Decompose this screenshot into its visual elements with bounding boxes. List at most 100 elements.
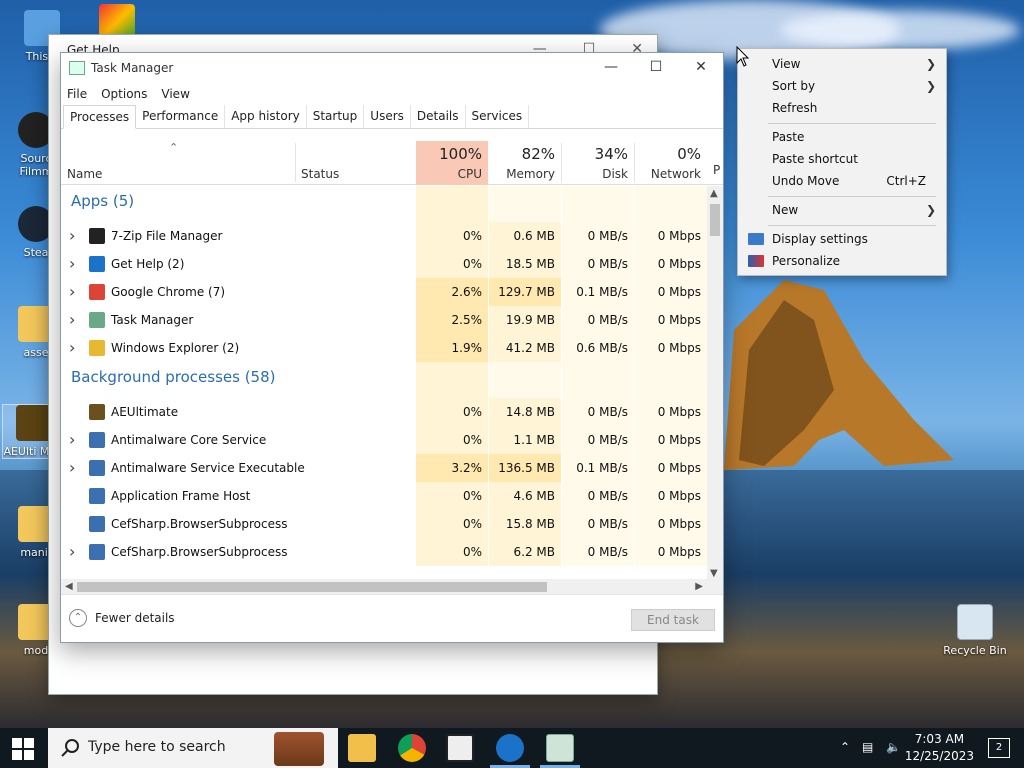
menu-item-sort-by[interactable]: Sort by ❯ [738, 75, 946, 97]
expand-chevron-icon[interactable]: › [69, 426, 75, 454]
table-row[interactable]: 2.5% 19.9 MB 0 MB/s 0 Mbps › Task Manager [61, 306, 723, 334]
table-row[interactable]: 0% 0.6 MB 0 MB/s 0 Mbps › 7-Zip File Manager [61, 222, 723, 250]
system-clock[interactable]: 7:03 AM 12/25/2023 [905, 731, 974, 765]
menu-item-undo-move[interactable]: Undo Move Ctrl+Z [738, 170, 946, 192]
vertical-scrollbar[interactable]: ▲ ▼ [707, 186, 723, 581]
cell-mem: 18.5 MB [489, 250, 561, 278]
tab-details[interactable]: Details [411, 105, 466, 128]
expand-chevron-icon[interactable]: › [69, 454, 75, 482]
window-title: Task Manager [91, 61, 174, 75]
cell-cpu: 0% [416, 482, 488, 510]
table-row[interactable]: 3.2% 136.5 MB 0.1 MB/s 0 Mbps › Antimalware S… [61, 454, 723, 482]
taskbar-search-box[interactable]: Type here to search [48, 728, 338, 768]
aeultimate-icon [16, 405, 52, 441]
menu-item-paste-shortcut[interactable]: Paste shortcut [738, 148, 946, 170]
minimize-icon[interactable]: — [596, 59, 626, 75]
windows-start-icon[interactable] [12, 738, 34, 760]
table-row[interactable]: 1.9% 41.2 MB 0.6 MB/s 0 Mbps › Windows Explor… [61, 334, 723, 362]
column-disk[interactable]: 34% Disk [562, 141, 634, 185]
cell-cpu: 0% [416, 538, 488, 566]
cell-net: 0 Mbps [635, 538, 707, 566]
expand-chevron-icon[interactable]: › [69, 222, 75, 250]
chevron-up-icon[interactable]: ⌃ [840, 740, 850, 754]
process-name: CefSharp.BrowserSubprocess [111, 545, 288, 559]
scroll-down-icon[interactable]: ▼ [710, 568, 718, 579]
title-bar[interactable]: Task Manager — ☐ ✕ [61, 53, 723, 83]
end-task-button[interactable]: End task [631, 609, 715, 631]
cell-mem: 19.9 MB [489, 306, 561, 334]
cell-disk: 0 MB/s [562, 306, 634, 334]
menu-separator [768, 225, 936, 226]
tab-performance[interactable]: Performance [136, 105, 226, 128]
process-grid: ⌃ Name Status 100% CPU 82% Memory 34% Di… [61, 141, 723, 581]
file-explorer-icon[interactable] [348, 734, 376, 762]
column-memory[interactable]: 82% Memory [489, 141, 561, 185]
process-name: CefSharp.BrowserSubprocess [111, 517, 288, 531]
horizontal-scrollbar[interactable]: ◀ ▶ [61, 579, 723, 595]
close-icon[interactable]: ✕ [686, 59, 716, 75]
tab-users[interactable]: Users [364, 105, 411, 128]
menu-item-personalize[interactable]: Personalize [738, 250, 946, 272]
volume-muted-icon[interactable]: 🔈 [886, 740, 901, 754]
7zip-icon [89, 228, 105, 244]
expand-chevron-icon[interactable]: › [69, 306, 75, 334]
table-row[interactable]: 2.6% 129.7 MB 0.1 MB/s 0 Mbps › Google Chrome… [61, 278, 723, 306]
scroll-left-icon[interactable]: ◀ [65, 581, 73, 592]
table-row[interactable]: 0% 18.5 MB 0 MB/s 0 Mbps › Get Help (2) [61, 250, 723, 278]
get-help-icon[interactable] [496, 734, 524, 762]
notification-center-icon[interactable]: 2 [988, 738, 1010, 758]
menu-options[interactable]: Options [101, 87, 147, 101]
chrome-icon [89, 284, 105, 300]
expand-chevron-icon[interactable]: › [69, 278, 75, 306]
expand-chevron-icon[interactable]: › [69, 538, 75, 566]
process-name: Antimalware Core Service [111, 433, 267, 447]
column-cpu[interactable]: 100% CPU [416, 141, 488, 185]
scroll-right-icon[interactable]: ▶ [695, 581, 703, 592]
table-row[interactable]: 0% 6.2 MB 0 MB/s 0 Mbps › CefSharp.BrowserSub… [61, 538, 723, 566]
menu-file[interactable]: File [67, 87, 87, 101]
process-name: Windows Explorer (2) [111, 341, 240, 355]
expand-chevron-icon[interactable]: › [69, 250, 75, 278]
menu-item-display-settings[interactable]: Display settings [738, 228, 946, 250]
fewer-details-button[interactable]: ⌃ Fewer details [69, 609, 175, 627]
table-row[interactable]: 0% 1.1 MB 0 MB/s 0 Mbps › Antimalware Core Se… [61, 426, 723, 454]
column-status[interactable]: Status [295, 141, 415, 185]
network-icon[interactable]: ▤ [862, 740, 873, 754]
maximize-icon[interactable]: ☐ [641, 59, 671, 75]
column-power-partial[interactable]: P [709, 141, 723, 185]
cell-mem: 41.2 MB [489, 334, 561, 362]
menu-separator [768, 123, 936, 124]
chrome-icon[interactable] [398, 734, 426, 762]
group-header[interactable]: Background processes (58) [61, 362, 723, 398]
column-network[interactable]: 0% Network [635, 141, 707, 185]
tab-processes[interactable]: Processes [63, 105, 137, 129]
holiday-search-highlight-icon[interactable] [274, 732, 324, 766]
table-row[interactable]: 0% 15.8 MB 0 MB/s 0 Mbps CefSharp.BrowserSub… [61, 510, 723, 538]
menu-view[interactable]: View [161, 87, 189, 101]
scroll-thumb[interactable] [77, 582, 547, 592]
menu-item-view[interactable]: View ❯ [738, 53, 946, 75]
7zip-icon[interactable] [446, 734, 474, 762]
chevron-right-icon: ❯ [925, 79, 936, 93]
scroll-thumb[interactable] [710, 204, 720, 236]
table-row[interactable]: 0% 4.6 MB 0 MB/s 0 Mbps Application Frame Ho… [61, 482, 723, 510]
menu-item-paste[interactable]: Paste [738, 126, 946, 148]
group-header[interactable]: Apps (5) [61, 186, 723, 222]
table-row[interactable]: 0% 14.8 MB 0 MB/s 0 Mbps AEUltimate [61, 398, 723, 426]
column-name[interactable]: Name [61, 141, 295, 185]
tab-startup[interactable]: Startup [307, 105, 365, 128]
recycle-bin-icon [957, 604, 993, 640]
tab-app-history[interactable]: App history [225, 105, 307, 128]
task-manager-icon[interactable] [546, 734, 574, 762]
menu-item-new[interactable]: New ❯ [738, 199, 946, 221]
service-icon [89, 516, 105, 532]
cell-disk: 0.1 MB/s [562, 278, 634, 306]
cell-cpu: 0% [416, 510, 488, 538]
cell-mem: 1.1 MB [489, 426, 561, 454]
menu-item-refresh[interactable]: Refresh [738, 97, 946, 119]
task-manager-window[interactable]: Task Manager — ☐ ✕ File Options View Pro… [60, 52, 724, 643]
desktop-icon-recycle-bin[interactable]: Recycle Bin [940, 604, 1010, 657]
scroll-up-icon[interactable]: ▲ [710, 188, 718, 199]
tab-services[interactable]: Services [466, 105, 530, 128]
expand-chevron-icon[interactable]: › [69, 334, 75, 362]
